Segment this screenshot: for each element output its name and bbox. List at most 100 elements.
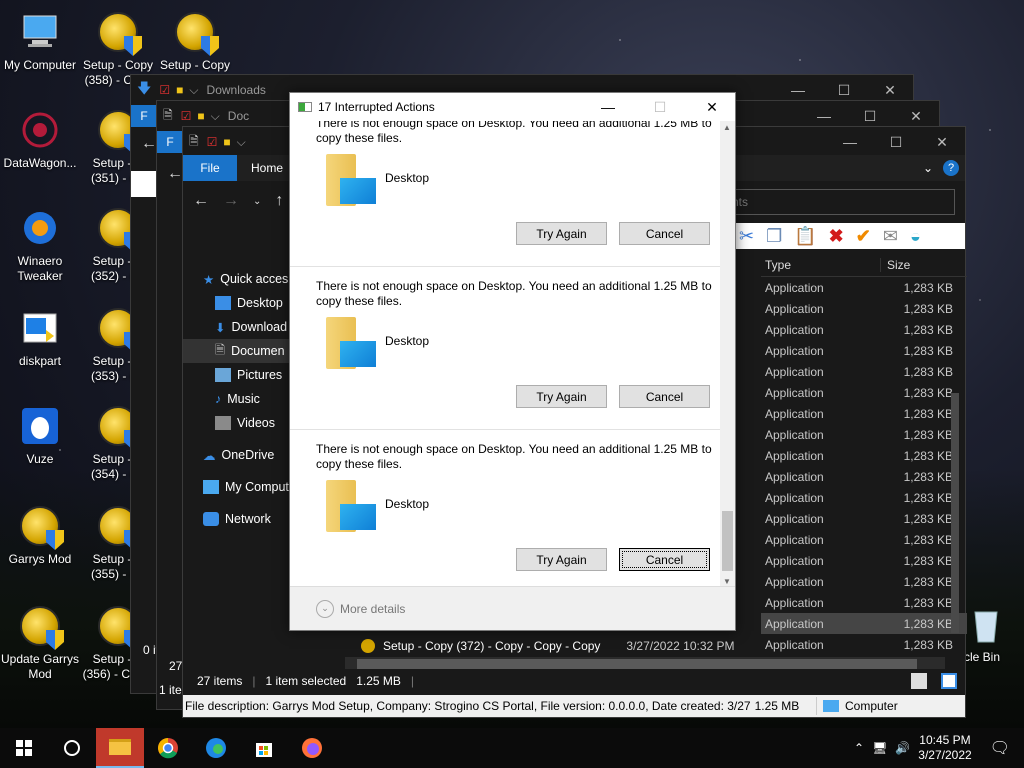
table-row[interactable]: Application 1,283 KB xyxy=(761,508,967,529)
table-row[interactable]: Application 1,283 KB xyxy=(761,466,967,487)
taskbar: ⌃ 🖥 🔊 10:45 PM 3/27/2022 🗨 xyxy=(0,728,1024,768)
scrollbar-thumb[interactable] xyxy=(951,393,959,633)
copy-icon[interactable]: ❐ xyxy=(766,226,782,247)
cancel-button[interactable]: Cancel xyxy=(619,385,710,408)
cancel-button[interactable]: Cancel xyxy=(619,548,710,571)
dialog-vertical-scrollbar[interactable]: ▲ ▼ xyxy=(720,121,735,588)
checkmark-icon[interactable]: ✔ xyxy=(856,226,871,247)
chevron-down-icon[interactable]: ⌄ xyxy=(923,161,933,175)
cancel-button[interactable]: Cancel xyxy=(619,222,710,245)
tab-file[interactable]: F xyxy=(157,131,183,153)
maximize-button[interactable]: ☐ xyxy=(637,93,683,121)
taskbar-store[interactable] xyxy=(240,728,288,768)
details-view-icon[interactable] xyxy=(911,673,927,689)
help-icon[interactable]: ? xyxy=(943,160,959,176)
desktop-icon-vuze[interactable]: Vuze xyxy=(0,404,80,467)
clock[interactable]: 10:45 PM 3/27/2022 xyxy=(918,733,971,763)
tab-file[interactable]: F xyxy=(131,105,157,127)
table-row[interactable]: Application 1,283 KB xyxy=(761,424,967,445)
table-row[interactable]: Application 1,283 KB xyxy=(761,592,967,613)
taskbar-chrome[interactable] xyxy=(144,728,192,768)
desktop-icon-garrys-mod[interactable]: Garrys Mod xyxy=(0,504,80,567)
desktop-icon-update-garrys-mod[interactable]: Update Garrys Mod xyxy=(0,604,80,682)
chevron-down-icon[interactable]: ⌄ xyxy=(316,599,334,618)
table-row[interactable]: Application 1,283 KB xyxy=(761,403,967,424)
scrollbar-thumb[interactable] xyxy=(722,511,733,571)
scroll-down-icon[interactable]: ▼ xyxy=(723,577,731,586)
close-button[interactable]: ✕ xyxy=(689,93,735,121)
try-again-button[interactable]: Try Again xyxy=(516,385,607,408)
up-arrow-icon[interactable]: ↑ xyxy=(275,192,283,210)
conflict-message: There is not enough space on Desktop. Yo… xyxy=(316,121,712,145)
forward-arrow-icon[interactable]: → xyxy=(223,192,239,210)
desktop-icon-my-computer[interactable]: My Computer xyxy=(0,10,80,73)
back-arrow-icon[interactable]: ← xyxy=(167,165,183,183)
shell-icon[interactable]: ◒ xyxy=(910,226,921,247)
start-button[interactable] xyxy=(0,728,48,768)
search-input[interactable]: nts xyxy=(723,189,955,215)
close-button[interactable]: ✕ xyxy=(919,127,965,157)
show-hidden-icons-icon[interactable]: ⌃ xyxy=(854,741,864,755)
cell-size: 1,283 KB xyxy=(903,511,953,526)
table-row-last[interactable]: Setup - Copy (372) - Copy - Copy - Copy … xyxy=(345,635,755,656)
table-row[interactable]: Application 1,283 KB xyxy=(761,277,967,298)
table-row[interactable]: Application 1,283 KB xyxy=(761,487,967,508)
dropdown-icon[interactable]: ⌵ xyxy=(189,83,198,98)
notification-icon[interactable]: 🗨 xyxy=(990,738,1010,758)
dropdown-icon[interactable]: ⌵ xyxy=(211,109,220,124)
firefox-icon xyxy=(302,738,322,758)
large-icons-view-icon[interactable] xyxy=(941,673,957,689)
cut-icon[interactable]: ✂ xyxy=(739,226,754,247)
tab-home[interactable]: Home xyxy=(237,161,297,175)
table-row[interactable]: Application 1,283 KB xyxy=(761,550,967,571)
tab-file[interactable]: File xyxy=(183,155,237,181)
minimize-button[interactable]: — xyxy=(585,93,631,121)
table-row[interactable]: Application 1,283 KB xyxy=(761,361,967,382)
network-icon[interactable]: 🖥 xyxy=(872,741,887,755)
more-details-link[interactable]: More details xyxy=(340,602,405,616)
table-row[interactable]: Application 1,283 KB xyxy=(761,445,967,466)
taskbar-file-explorer[interactable] xyxy=(96,728,144,768)
try-again-button[interactable]: Try Again xyxy=(516,222,607,245)
column-type[interactable]: Type xyxy=(761,257,881,272)
star-icon: ★ xyxy=(203,272,215,287)
cell-type: Application xyxy=(765,574,824,589)
back-arrow-icon[interactable]: ← xyxy=(193,192,209,210)
minimize-button[interactable]: — xyxy=(827,127,873,157)
table-row[interactable]: Application 1,283 KB xyxy=(761,382,967,403)
file-description: File description: Garrys Mod Setup, Comp… xyxy=(185,699,751,713)
interrupted-actions-dialog[interactable]: 17 Interrupted Actions — ☐ ✕ There is no… xyxy=(289,92,736,631)
desktop-icon-winaero[interactable]: Winaero Tweaker xyxy=(0,206,80,284)
paste-icon[interactable]: 📋 xyxy=(794,226,816,247)
table-row[interactable]: Application 1,283 KB xyxy=(761,340,967,361)
try-again-button[interactable]: Try Again xyxy=(516,548,607,571)
desktop-icon-setup-copy[interactable]: Setup - Copy xyxy=(155,10,235,73)
desktop-icon-datawagon[interactable]: DataWagon... xyxy=(0,108,80,171)
table-row[interactable]: Application 1,283 KB xyxy=(761,613,967,634)
back-arrow-icon[interactable]: ← xyxy=(141,135,157,153)
maximize-button[interactable]: ☐ xyxy=(873,127,919,157)
dropdown-icon[interactable]: ⌵ xyxy=(237,135,246,150)
desktop-icon-diskpart[interactable]: diskpart xyxy=(0,306,80,369)
taskbar-firefox[interactable] xyxy=(288,728,336,768)
taskbar-edge[interactable] xyxy=(192,728,240,768)
clock-time: 10:45 PM xyxy=(919,733,971,747)
document-icon: 🗎 xyxy=(189,133,199,148)
column-size[interactable]: Size xyxy=(881,258,910,272)
scrollbar-thumb[interactable] xyxy=(357,659,917,669)
table-row[interactable]: Application 1,283 KB xyxy=(761,571,967,592)
search-button[interactable] xyxy=(48,728,96,768)
vertical-scrollbar[interactable] xyxy=(949,253,961,653)
scroll-up-icon[interactable]: ▲ xyxy=(723,123,731,132)
table-row[interactable]: Application 1,283 KB xyxy=(761,319,967,340)
table-row[interactable]: Application 1,283 KB xyxy=(761,634,967,655)
chrome-icon xyxy=(158,738,178,759)
volume-icon[interactable]: 🔊 xyxy=(895,741,910,755)
delete-icon[interactable]: ✖ xyxy=(829,226,844,247)
copy-progress-icon xyxy=(298,102,312,112)
recent-dropdown-icon[interactable]: ⌄ xyxy=(253,196,261,207)
datawagon-icon xyxy=(22,112,58,148)
table-row[interactable]: Application 1,283 KB xyxy=(761,298,967,319)
table-row[interactable]: Application 1,283 KB xyxy=(761,529,967,550)
properties-icon[interactable]: ✉ xyxy=(883,226,898,247)
